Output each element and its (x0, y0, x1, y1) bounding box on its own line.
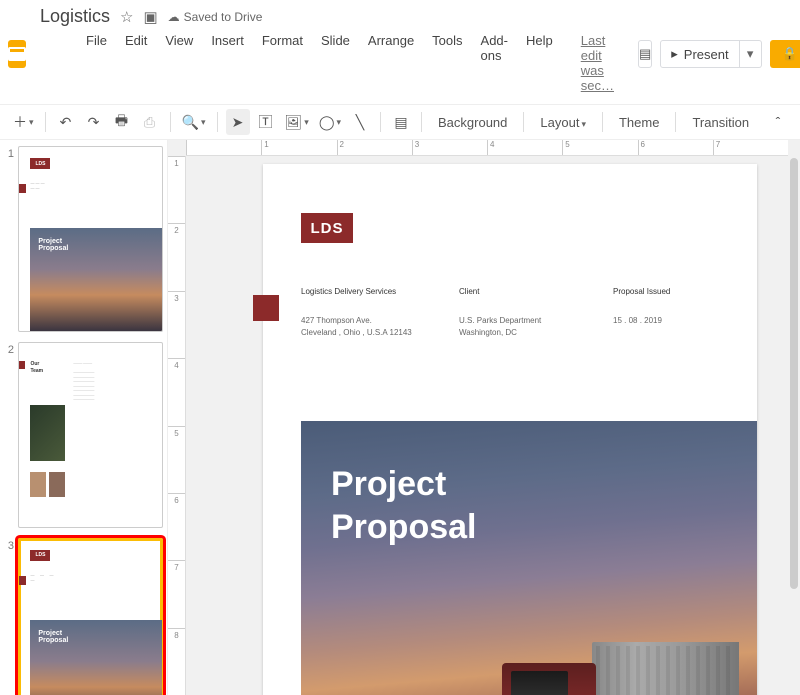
comment-icon: ▤ (639, 46, 651, 62)
truck-graphic (502, 620, 739, 695)
thumb-hero-title: ProjectProposal (38, 630, 68, 644)
background-button[interactable]: Background (430, 115, 515, 130)
vertical-scrollbar[interactable] (788, 156, 800, 695)
collapse-toolbar-button[interactable]: ˆ (766, 109, 790, 135)
slide-number: 1 (4, 146, 14, 332)
menu-tools[interactable]: Tools (424, 30, 470, 96)
slide-hero-title[interactable]: ProjectProposal (331, 463, 476, 548)
slides-app-icon[interactable] (8, 40, 26, 68)
play-icon: ▸ (671, 46, 678, 62)
thumb-logo: LDS (30, 550, 50, 561)
comment-tool[interactable]: ▤ (389, 109, 413, 135)
thumb-hero-title: ProjectProposal (38, 238, 68, 252)
slide-filmstrip[interactable]: 1 LDS — — —— — ProjectProposal 2 OurTeam… (0, 140, 168, 695)
slide-thumbnail-1[interactable]: LDS — — —— — ProjectProposal (18, 146, 163, 332)
menu-addons[interactable]: Add-ons (473, 30, 516, 96)
slide-canvas-area[interactable]: 1234567 12345678 LDS Logistics Delivery … (168, 140, 800, 695)
menu-view[interactable]: View (157, 30, 201, 96)
slide-thumbnail-2[interactable]: OurTeam ——— ————————————————————————————… (18, 342, 163, 528)
slide-number: 2 (4, 342, 14, 528)
vertical-ruler: 12345678 (168, 156, 186, 695)
lock-icon: 🔒 (782, 46, 798, 62)
menu-insert[interactable]: Insert (203, 30, 252, 96)
move-icon[interactable]: ▣ (143, 8, 157, 26)
shape-tool[interactable]: ◯ (316, 109, 344, 135)
image-tool[interactable]: 🖼 (282, 109, 312, 135)
menu-file[interactable]: File (78, 30, 115, 96)
redo-button[interactable]: ↷ (82, 109, 106, 135)
paint-format-button[interactable]: ⎙ (138, 109, 162, 135)
slide-info-company[interactable]: Logistics Delivery Services 427 Thompson… (301, 286, 421, 340)
document-title[interactable]: Logistics (34, 6, 110, 27)
textbox-tool[interactable]: 🅃 (254, 109, 278, 135)
thumb-logo: LDS (30, 158, 50, 169)
save-status: ☁Saved to Drive (168, 10, 263, 24)
slide-logo[interactable]: LDS (301, 213, 353, 243)
slide-number: 3 (4, 538, 14, 695)
theme-button[interactable]: Theme (611, 115, 667, 130)
share-button[interactable]: 🔒Share (770, 40, 800, 68)
slide-canvas[interactable]: LDS Logistics Delivery Services 427 Thom… (263, 164, 757, 695)
slide-thumbnail-3[interactable]: LDS — — —— ProjectProposal (18, 538, 163, 695)
cloud-icon: ☁ (168, 10, 180, 24)
menu-help[interactable]: Help (518, 30, 561, 96)
menu-format[interactable]: Format (254, 30, 311, 96)
scrollbar-thumb[interactable] (790, 158, 798, 589)
menu-bar: File Edit View Insert Format Slide Arran… (34, 28, 622, 102)
print-button[interactable]: 🖶 (110, 109, 134, 135)
menu-arrange[interactable]: Arrange (360, 30, 422, 96)
menu-slide[interactable]: Slide (313, 30, 358, 96)
toolbar: ＋ ↶ ↷ 🖶 ⎙ 🔍 ➤ 🅃 🖼 ◯ ╲ ▤ Background Layou… (0, 104, 800, 140)
comments-button[interactable]: ▤ (638, 40, 652, 68)
select-tool[interactable]: ➤ (226, 109, 250, 135)
line-tool[interactable]: ╲ (348, 109, 372, 135)
present-dropdown[interactable]: ▾ (740, 40, 762, 68)
undo-button[interactable]: ↶ (54, 109, 78, 135)
zoom-button[interactable]: 🔍 (179, 109, 209, 135)
slide-hero-image[interactable]: ProjectProposal (301, 421, 757, 695)
slide-info-client[interactable]: Client U.S. Parks Department Washington,… (459, 286, 569, 340)
present-button[interactable]: ▸Present (660, 40, 739, 68)
layout-button[interactable]: Layout (532, 115, 594, 130)
slide-info-date[interactable]: Proposal Issued 15 . 08 . 2019 (613, 286, 723, 327)
menu-edit[interactable]: Edit (117, 30, 155, 96)
transition-button[interactable]: Transition (684, 115, 757, 130)
star-icon[interactable]: ☆ (120, 8, 133, 26)
last-edit-link[interactable]: Last edit was sec… (573, 30, 622, 96)
slide-accent-block (253, 295, 279, 321)
horizontal-ruler: 1234567 (186, 140, 788, 156)
new-slide-button[interactable]: ＋ (10, 109, 37, 135)
